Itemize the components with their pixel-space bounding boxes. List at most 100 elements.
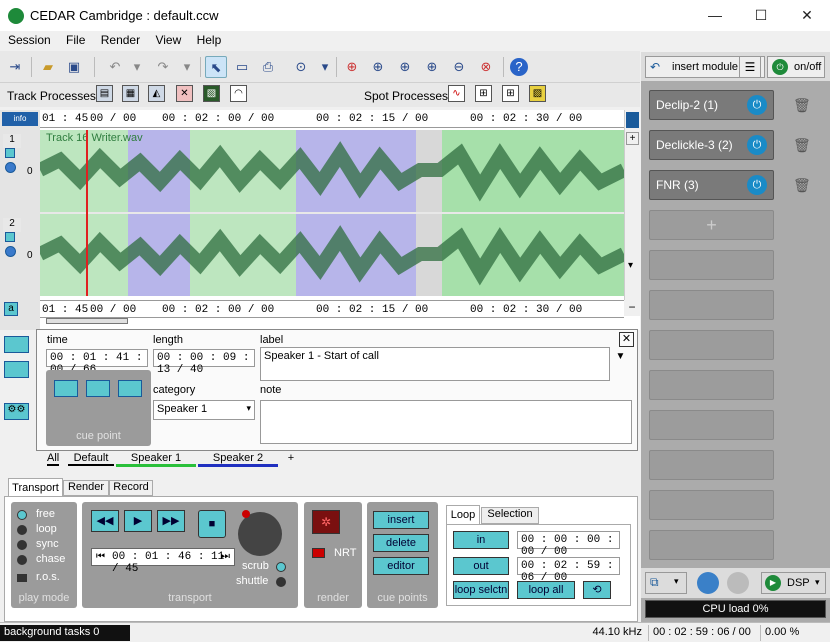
module-slot-3[interactable]: FNR (3) ⏻: [649, 170, 774, 200]
zoom-in-vertical[interactable]: +: [626, 132, 639, 145]
spot-process-3-icon[interactable]: ⊞: [502, 85, 519, 102]
dsp-button[interactable]: ▶ DSP ▾: [761, 572, 826, 594]
empty-module-slot[interactable]: [649, 330, 774, 360]
cue-length-field[interactable]: 00 : 00 : 09 : 13 / 40: [153, 349, 255, 376]
loop-all-button[interactable]: loop all: [517, 581, 575, 599]
cue-editor-button[interactable]: editor: [373, 557, 429, 575]
fast-forward-button[interactable]: ▶▶: [157, 510, 185, 532]
cue-settings-icon[interactable]: ⚙⚙: [4, 403, 29, 420]
cue-import-icon[interactable]: [4, 336, 29, 353]
trash-icon[interactable]: 🗑: [793, 97, 811, 114]
spot-process-4-icon[interactable]: ▨: [529, 85, 546, 102]
zoom-dropdown-icon[interactable]: ▾: [314, 56, 336, 78]
channel-2-select[interactable]: [5, 232, 15, 242]
menu-render[interactable]: Render: [95, 31, 146, 49]
empty-module-slot[interactable]: [649, 290, 774, 320]
channel-1-select[interactable]: [5, 148, 15, 158]
trash-icon[interactable]: 🗑: [793, 137, 811, 154]
module-slot-1[interactable]: Declip-2 (1) ⏻: [649, 90, 774, 120]
empty-module-slot[interactable]: [649, 530, 774, 560]
settings-icon[interactable]: ☰: [739, 56, 761, 78]
track-process-1-icon[interactable]: ▤: [96, 85, 113, 102]
ros-toggle[interactable]: [17, 574, 27, 582]
tab-render[interactable]: Render: [63, 480, 109, 496]
playhead[interactable]: [86, 130, 88, 296]
print-icon[interactable]: ⎙: [257, 56, 279, 78]
tab-selection[interactable]: Selection: [481, 507, 539, 524]
insert-cue-button[interactable]: insert: [373, 511, 429, 529]
empty-module-slot[interactable]: [649, 410, 774, 440]
empty-module-slot[interactable]: [649, 490, 774, 520]
cue-prev-icon[interactable]: [54, 380, 78, 397]
zoom-right-icon[interactable]: ⊕: [394, 56, 416, 78]
free-radio[interactable]: [17, 510, 27, 520]
redo-icon[interactable]: ↷: [152, 56, 174, 78]
category-select[interactable]: Speaker 1 ▾: [153, 400, 255, 420]
add-module-slot[interactable]: +: [649, 210, 774, 240]
zoom-left-icon[interactable]: ⊕: [367, 56, 389, 78]
info-button[interactable]: info: [2, 112, 38, 126]
loop-toggle-icon[interactable]: ⟲: [583, 581, 611, 599]
trash-icon[interactable]: 🗑: [793, 177, 811, 194]
jog-wheel[interactable]: [238, 512, 282, 556]
undo-icon[interactable]: ↶: [104, 56, 126, 78]
nrt-toggle[interactable]: [312, 548, 325, 558]
a-button[interactable]: a: [4, 302, 18, 316]
loop-radio[interactable]: [17, 525, 27, 535]
shuttle-radio[interactable]: [276, 577, 286, 587]
stop-button[interactable]: ■: [198, 510, 226, 538]
track-process-2-icon[interactable]: ▦: [122, 85, 139, 102]
label-dropdown-icon[interactable]: ▼: [613, 351, 628, 366]
time-ruler-top[interactable]: 01 : 45 00 / 00 00 : 02 : 00 / 00 00 : 0…: [40, 110, 624, 128]
menu-session[interactable]: Session: [0, 31, 57, 49]
cue-close-button[interactable]: ✕: [619, 332, 634, 347]
close-button[interactable]: ✕: [784, 0, 830, 31]
module-power-icon[interactable]: ⏻: [747, 135, 767, 155]
vertical-scrollbar[interactable]: + ▾: [624, 110, 640, 300]
zoom-fit-icon[interactable]: ⊙: [290, 56, 312, 78]
module-slot-2[interactable]: Declickle-3 (2) ⏻: [649, 130, 774, 160]
waveform-canvas[interactable]: Track 16 Writer.wav: [40, 130, 624, 296]
cue-time-field[interactable]: 00 : 01 : 41 : 00 / 66: [46, 349, 148, 376]
channel-1-mute[interactable]: [5, 162, 16, 173]
jump-to-start-icon[interactable]: ⇥: [4, 56, 26, 78]
horizontal-scrollbar[interactable]: [46, 318, 128, 324]
maximize-button[interactable]: ☐: [738, 0, 784, 31]
zoom-out-horizontal[interactable]: −: [624, 300, 640, 316]
tab-speaker-1[interactable]: Speaker 1: [116, 452, 196, 467]
track-process-3-icon[interactable]: ◭: [148, 85, 165, 102]
tab-default[interactable]: Default: [68, 452, 114, 466]
loop-out-button[interactable]: out: [453, 557, 509, 575]
rewind-button[interactable]: ◀◀: [91, 510, 119, 532]
zoom-all-icon[interactable]: ⊗: [475, 56, 497, 78]
waveform-area[interactable]: info 1 0 2 0 a 01 : 45 00 / 00 00 : 02 :…: [0, 110, 640, 330]
help-icon[interactable]: ?: [510, 58, 528, 76]
empty-module-slot[interactable]: [649, 370, 774, 400]
track-process-5-icon[interactable]: ▧: [203, 85, 220, 102]
channel-2-mute[interactable]: [5, 246, 16, 257]
tab-record[interactable]: Record: [109, 480, 153, 496]
range-tool-icon[interactable]: ▭: [231, 56, 253, 78]
layout-icon[interactable]: ⧉ ▾: [645, 572, 687, 594]
scroll-down-icon[interactable]: ▾: [628, 260, 633, 271]
chase-radio[interactable]: [17, 555, 27, 565]
scrub-radio[interactable]: [276, 562, 286, 572]
redo-dropdown-icon[interactable]: ▾: [176, 56, 198, 78]
cue-export-icon[interactable]: [4, 361, 29, 378]
tab-transport[interactable]: Transport: [8, 478, 63, 496]
position-field[interactable]: ⏮ 00 : 01 : 46 : 11 / 45 ⏭: [91, 548, 235, 575]
open-folder-icon[interactable]: ▰: [37, 56, 59, 78]
cue-remove-icon[interactable]: [118, 380, 142, 397]
tab-all[interactable]: All: [47, 452, 60, 466]
menu-file[interactable]: File: [60, 31, 91, 49]
globe-icon[interactable]: [697, 572, 719, 594]
onoff-button[interactable]: ⏻ on/off: [767, 56, 825, 78]
empty-module-slot[interactable]: [649, 250, 774, 280]
pointer-tool-icon[interactable]: ⬉: [205, 56, 227, 78]
scroll-info-icon[interactable]: [626, 112, 639, 128]
disc-icon[interactable]: [727, 572, 749, 594]
menu-help[interactable]: Help: [191, 31, 228, 49]
module-power-icon[interactable]: ⏻: [747, 175, 767, 195]
empty-module-slot[interactable]: [649, 450, 774, 480]
save-icon[interactable]: ▣: [63, 56, 85, 78]
